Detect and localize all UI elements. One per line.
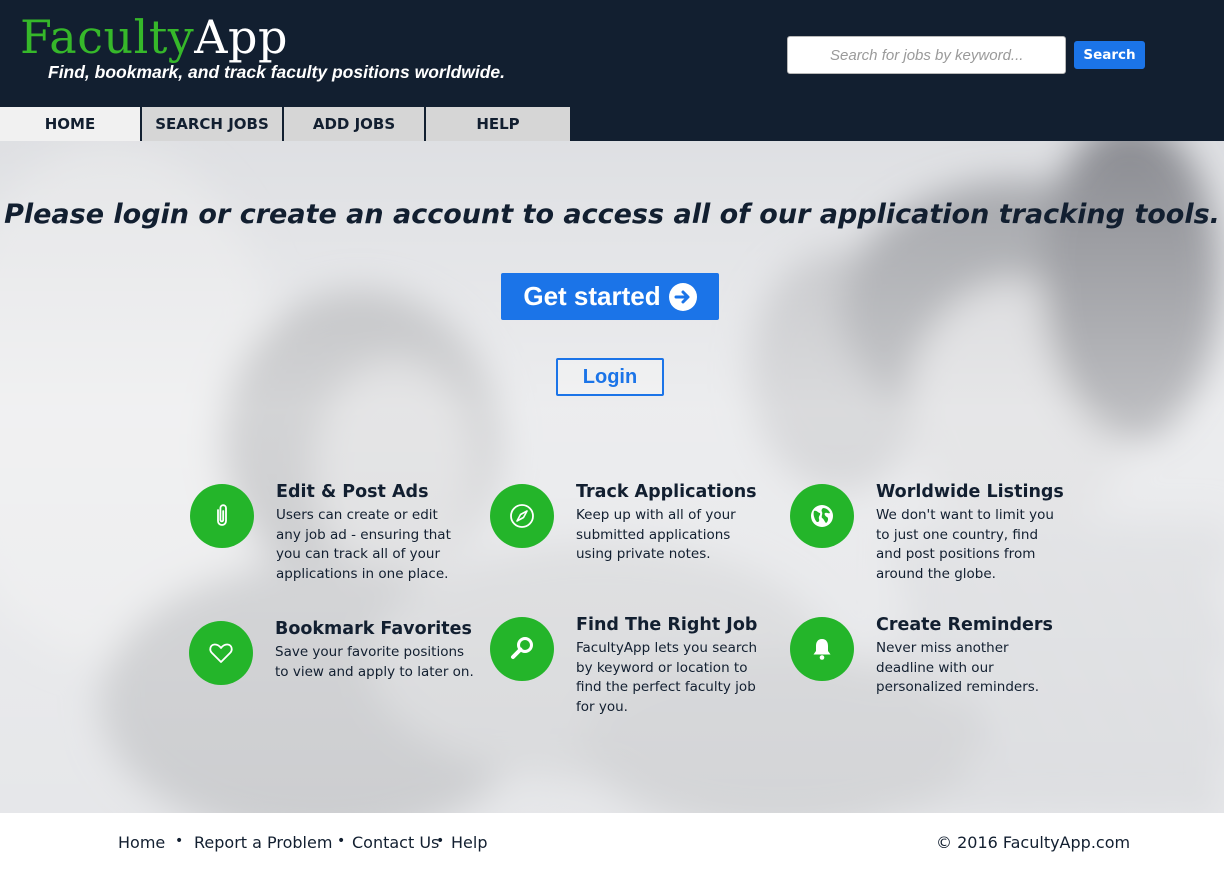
footer-separator: •	[337, 833, 346, 849]
footer-link-help[interactable]: Help	[451, 833, 487, 852]
feature-description: We don't want to limit you to just one c…	[876, 507, 1054, 583]
get-started-button[interactable]: Get started	[501, 273, 719, 320]
feature-title: Bookmark Favorites	[275, 619, 472, 639]
site-logo[interactable]: FacultyApp	[20, 10, 288, 64]
nav-tab-search-jobs[interactable]: SEARCH JOBS	[142, 107, 284, 141]
copyright-text: © 2016 FacultyApp.com	[936, 833, 1131, 852]
feature-title: Track Applications	[576, 482, 757, 502]
heart-icon	[189, 621, 253, 685]
site-header: FacultyApp Find, bookmark, and track fac…	[0, 0, 1224, 141]
main-nav: HOME SEARCH JOBS ADD JOBS HELP	[0, 107, 570, 141]
feature-title: Create Reminders	[876, 615, 1053, 635]
nav-tab-help[interactable]: HELP	[426, 107, 570, 141]
paperclip-icon	[190, 484, 254, 548]
nav-tab-add-jobs[interactable]: ADD JOBS	[284, 107, 426, 141]
search-button[interactable]: Search	[1074, 41, 1145, 69]
magnifier-icon	[490, 617, 554, 681]
site-footer: Home • Report a Problem • Contact Us • H…	[0, 813, 1224, 871]
logo-app: App	[194, 10, 288, 64]
footer-separator: •	[175, 833, 184, 849]
feature-description: Save your favorite positions to view and…	[275, 644, 474, 680]
feature-description: FacultyApp lets you search by keyword or…	[576, 640, 758, 716]
logo-faculty: Faculty	[20, 10, 195, 64]
feature-description: Never miss another deadline with our per…	[876, 640, 1040, 696]
footer-link-report-problem[interactable]: Report a Problem	[194, 833, 332, 852]
get-started-label: Get started	[523, 281, 661, 311]
hero-headline: Please login or create an account to acc…	[4, 199, 1220, 230]
footer-link-contact-us[interactable]: Contact Us	[352, 833, 439, 852]
feature-description: Keep up with all of your submitted appli…	[576, 507, 736, 563]
compass-icon	[490, 484, 554, 548]
feature-title: Find The Right Job	[576, 615, 758, 635]
footer-separator: •	[436, 833, 445, 849]
feature-description: Users can create or edit any job ad - en…	[276, 507, 451, 583]
tagline: Find, bookmark, and track faculty positi…	[48, 62, 506, 82]
feature-title: Edit & Post Ads	[276, 482, 429, 502]
globe-icon	[790, 484, 854, 548]
arrow-right-icon	[668, 282, 697, 311]
bell-icon	[790, 617, 854, 681]
hero-section: Please login or create an account to acc…	[0, 141, 1224, 813]
nav-tab-home[interactable]: HOME	[0, 107, 142, 141]
login-button[interactable]: Login	[556, 358, 664, 396]
feature-title: Worldwide Listings	[876, 482, 1064, 502]
search-input[interactable]	[787, 36, 1066, 74]
footer-link-home[interactable]: Home	[118, 833, 165, 852]
